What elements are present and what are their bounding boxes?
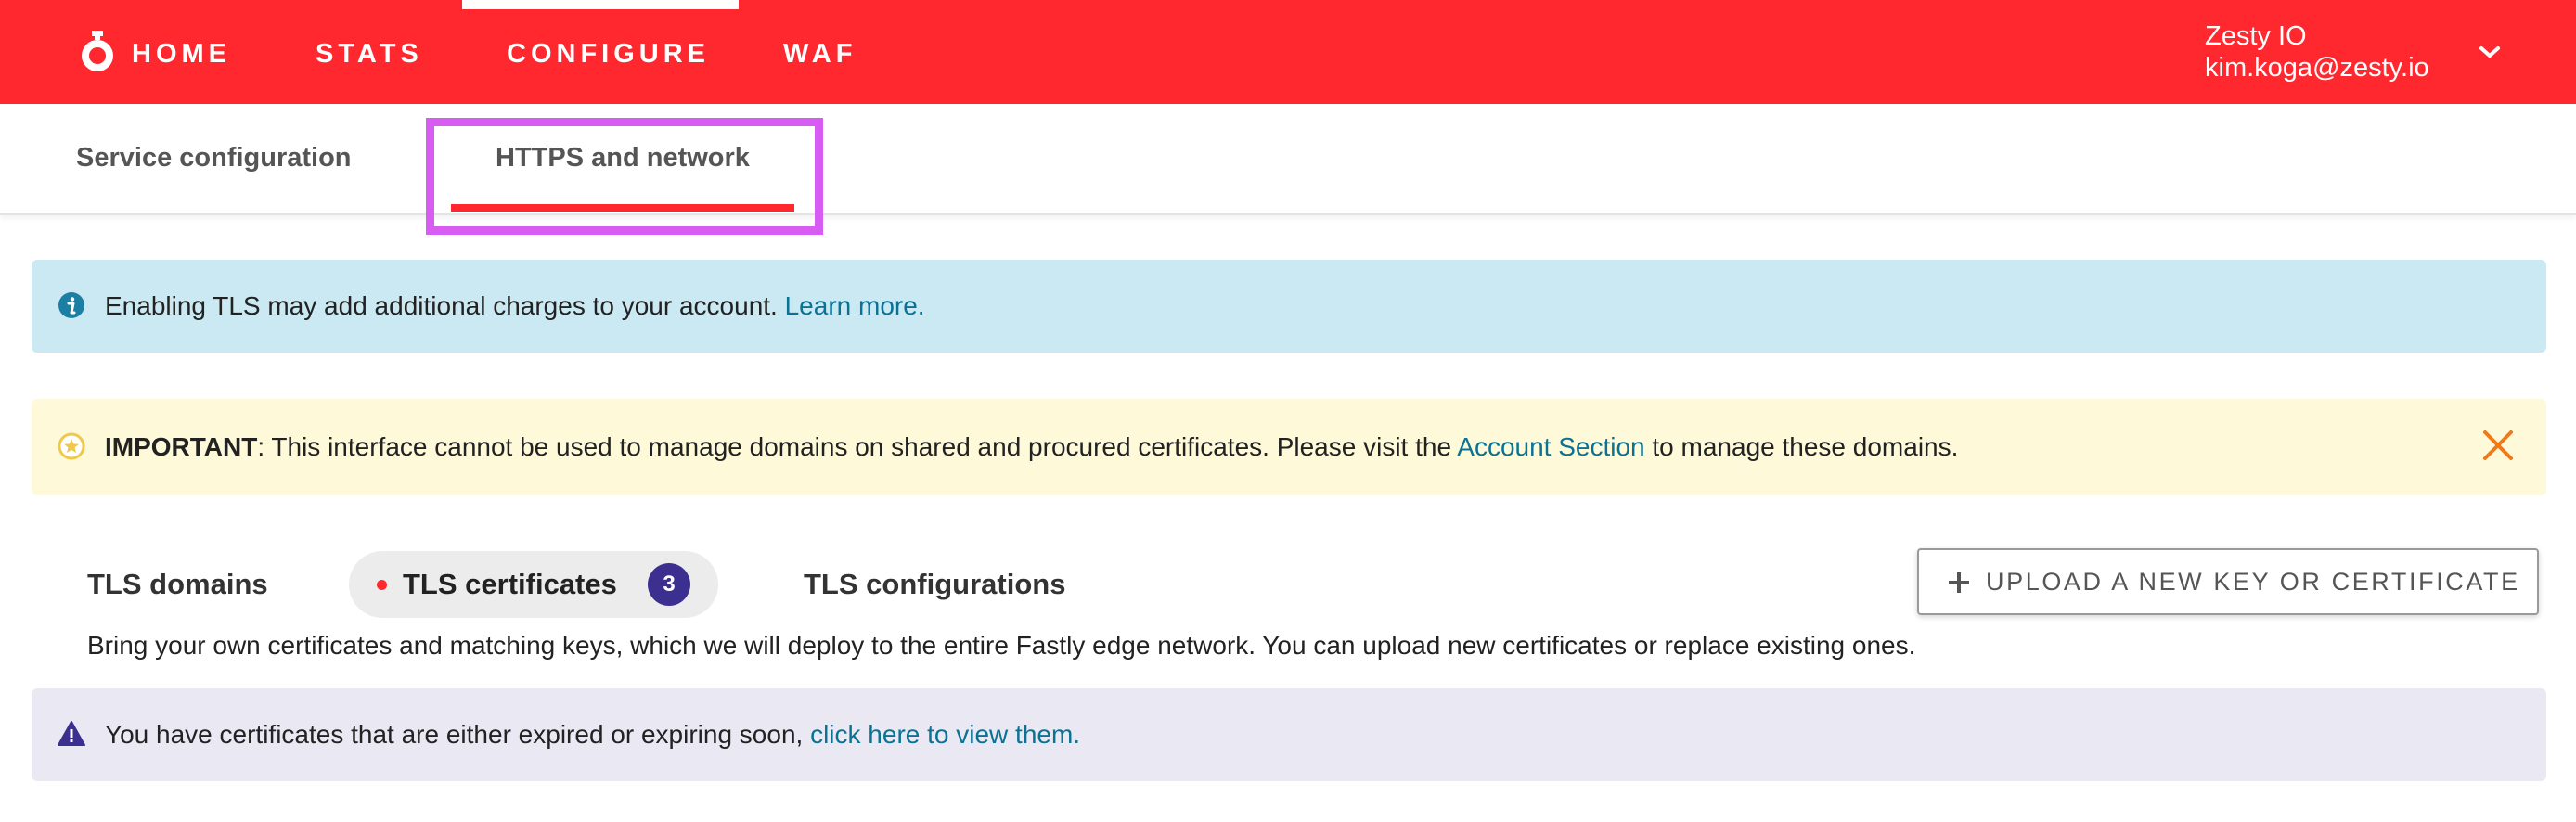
configure-subtabs: Service configuration HTTPS and network <box>0 104 2576 215</box>
tls-certificates-label: TLS certificates <box>403 568 617 600</box>
account-info[interactable]: Zesty IO kim.koga@zesty.io <box>2205 20 2429 83</box>
nav-configure[interactable]: CONFIGURE <box>507 37 710 71</box>
nav-waf[interactable]: WAF <box>783 37 857 71</box>
tab-https-and-network[interactable]: HTTPS and network <box>496 143 750 173</box>
top-navigation-bar: HOME STATS CONFIGURE WAF Zesty IO kim.ko… <box>0 0 2576 104</box>
account-name: Zesty IO <box>2205 21 2307 51</box>
account-section-link[interactable]: Account Section <box>1457 432 1644 461</box>
view-expiring-certificates-link[interactable]: click here to view them. <box>810 720 1080 749</box>
plus-icon <box>1949 572 1969 593</box>
active-tab-underline <box>451 204 794 212</box>
tab-tls-configurations[interactable]: TLS configurations <box>804 568 1065 601</box>
close-icon[interactable] <box>2478 425 2518 466</box>
expiring-certificates-alert: You have certificates that are either ex… <box>32 688 2546 781</box>
important-suffix: to manage these domains. <box>1652 432 1959 461</box>
learn-more-link[interactable]: Learn more. <box>785 291 925 320</box>
important-text: IMPORTANT: This interface cannot be used… <box>105 431 1958 463</box>
nav-home[interactable]: HOME <box>132 37 231 71</box>
expiring-certificates-text: You have certificates that are either ex… <box>105 719 1080 751</box>
chevron-down-icon[interactable] <box>2476 41 2504 63</box>
upload-key-or-certificate-button[interactable]: UPLOAD A NEW KEY OR CERTIFICATE <box>1917 548 2539 615</box>
info-circle-icon <box>58 292 84 318</box>
tls-charges-alert: Enabling TLS may add additional charges … <box>32 260 2546 353</box>
certificate-count-badge: 3 <box>648 563 690 606</box>
expiring-certificates-message: You have certificates that are either ex… <box>105 720 804 749</box>
upload-button-label: UPLOAD A NEW KEY OR CERTIFICATE <box>1986 568 2520 596</box>
tab-tls-certificates[interactable]: TLS certificates 3 <box>349 551 718 618</box>
tls-charges-message: Enabling TLS may add additional charges … <box>105 291 778 320</box>
tab-service-configuration[interactable]: Service configuration <box>76 143 352 173</box>
account-email: kim.koga@zesty.io <box>2205 53 2429 83</box>
important-label: IMPORTANT <box>105 432 258 461</box>
tls-certificates-description: Bring your own certificates and matching… <box>87 631 1916 660</box>
stopwatch-logo-icon[interactable] <box>78 31 117 73</box>
star-circle-icon <box>58 432 85 460</box>
warning-triangle-icon <box>58 721 85 746</box>
active-nav-indicator <box>462 0 739 9</box>
active-dot <box>377 580 387 590</box>
nav-stats[interactable]: STATS <box>316 37 423 71</box>
important-message: : This interface cannot be used to manag… <box>257 432 1452 461</box>
tls-charges-text: Enabling TLS may add additional charges … <box>105 290 925 322</box>
important-alert: IMPORTANT: This interface cannot be used… <box>32 399 2546 495</box>
tab-tls-domains[interactable]: TLS domains <box>87 568 268 601</box>
